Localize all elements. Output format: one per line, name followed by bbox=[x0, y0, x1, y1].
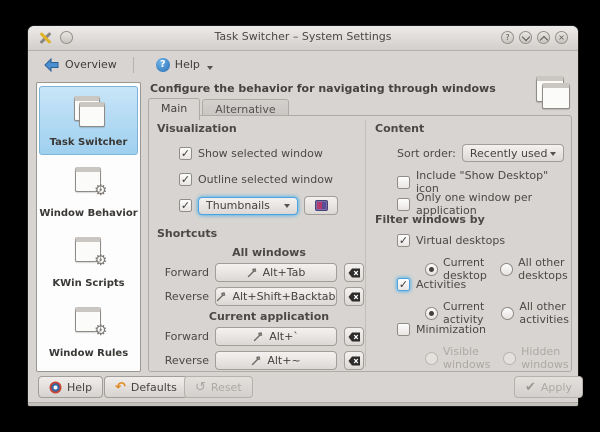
titlebar[interactable]: Task Switcher – System Settings ? × bbox=[28, 26, 578, 51]
show-selected-window-checkbox[interactable]: ✓ Show selected window bbox=[179, 147, 323, 160]
backspace-icon bbox=[348, 356, 361, 366]
help-icon: ? bbox=[156, 58, 170, 72]
shortcut-button-forward-all[interactable]: Alt+Tab bbox=[215, 263, 337, 282]
overview-label: Overview bbox=[65, 58, 117, 71]
shortcut-button-reverse-all[interactable]: Alt+Shift+Backtab bbox=[215, 287, 337, 306]
toolbar-separator bbox=[133, 57, 134, 73]
toolbar: Overview ? Help bbox=[28, 51, 578, 78]
tab-content: Visualization ✓ Show selected window ✓ O… bbox=[148, 115, 572, 372]
window-gear-icon: ⚙ bbox=[72, 305, 106, 335]
task-switcher-icon bbox=[72, 96, 106, 126]
chevron-down-icon bbox=[207, 66, 213, 70]
sidebar-item-window-rules[interactable]: ⚙ Window Rules bbox=[39, 296, 138, 365]
minimization-radios: Visible windows Hidden windows bbox=[425, 345, 571, 371]
column-divider bbox=[365, 120, 366, 367]
back-arrow-icon bbox=[44, 58, 60, 72]
help-footer-button[interactable]: Help bbox=[38, 376, 103, 398]
shortcut-button-reverse-app[interactable]: Alt+~ bbox=[215, 351, 337, 370]
clear-shortcut-button[interactable] bbox=[344, 351, 364, 370]
radio-visible-windows bbox=[425, 352, 438, 365]
effect-settings-icon bbox=[315, 200, 328, 211]
configure-effect-button[interactable] bbox=[304, 196, 338, 215]
minimization-checkbox[interactable]: Minimization bbox=[397, 323, 486, 336]
effect-enabled-checkbox[interactable]: ✓ Thumbnails bbox=[179, 196, 338, 215]
window-bottom-edge bbox=[28, 402, 578, 406]
checkbox-checked-icon: ✓ bbox=[179, 173, 192, 186]
radio-all-other-activities[interactable] bbox=[501, 307, 514, 320]
clear-shortcut-button[interactable] bbox=[344, 327, 364, 346]
wrench-icon bbox=[247, 268, 258, 278]
checkbox-checked-icon: ✓ bbox=[397, 234, 410, 247]
chevron-down-icon bbox=[284, 204, 290, 208]
close-button[interactable]: × bbox=[555, 31, 568, 44]
effect-combobox[interactable]: Thumbnails bbox=[198, 197, 298, 215]
window-gear-icon: ⚙ bbox=[72, 235, 106, 265]
reset-icon: ↺ bbox=[195, 381, 206, 394]
window-gear-icon: ⚙ bbox=[72, 165, 106, 195]
current-application-group-title: Current application bbox=[204, 310, 334, 323]
overview-button[interactable]: Overview bbox=[38, 55, 123, 75]
window-title: Task Switcher – System Settings bbox=[28, 30, 578, 43]
checkbox-checked-icon: ✓ bbox=[179, 147, 192, 160]
activities-checkbox[interactable]: ✓ Activities bbox=[397, 278, 466, 291]
checkbox-unchecked-icon bbox=[397, 198, 410, 211]
help-button[interactable]: ? Help bbox=[150, 55, 219, 75]
apply-button: ✔ Apply bbox=[514, 376, 583, 398]
page-title: Configure the behavior for navigating th… bbox=[150, 82, 496, 95]
current-app-forward-row: Forward Alt+` bbox=[157, 327, 364, 346]
reset-button: ↺ Reset bbox=[184, 376, 253, 398]
task-switcher-header-icon bbox=[534, 76, 570, 106]
sidebar: Task Switcher ⚙ Window Behavior ⚙ KWin S… bbox=[36, 82, 141, 372]
checkbox-unchecked-icon bbox=[397, 323, 410, 336]
defaults-button[interactable]: ↶ Defaults bbox=[104, 376, 188, 398]
maximize-button[interactable] bbox=[537, 31, 550, 44]
button-bar: Help ↶ Defaults ↺ Reset ✔ Apply bbox=[28, 376, 578, 400]
titlebar-help-button[interactable]: ? bbox=[501, 31, 514, 44]
checkbox-unchecked-icon bbox=[397, 176, 410, 189]
visualization-section-title: Visualization bbox=[157, 122, 237, 135]
wrench-icon bbox=[253, 332, 264, 342]
help-label: Help bbox=[175, 58, 200, 71]
system-settings-window: Task Switcher – System Settings ? × Over… bbox=[28, 26, 578, 406]
wrench-icon bbox=[216, 292, 227, 302]
clear-shortcut-button[interactable] bbox=[344, 287, 364, 306]
tab-main[interactable]: Main bbox=[148, 98, 200, 120]
backspace-icon bbox=[348, 268, 361, 278]
backspace-icon bbox=[348, 332, 361, 342]
content-section-title: Content bbox=[375, 122, 424, 135]
radio-current-desktop[interactable] bbox=[425, 263, 438, 276]
all-windows-forward-row: Forward Alt+Tab bbox=[157, 263, 364, 282]
virtual-desktops-checkbox[interactable]: ✓ Virtual desktops bbox=[397, 234, 505, 247]
sidebar-item-window-behavior[interactable]: ⚙ Window Behavior bbox=[39, 156, 138, 225]
minimize-button[interactable] bbox=[519, 31, 532, 44]
all-windows-reverse-row: Reverse Alt+Shift+Backtab bbox=[157, 287, 364, 306]
apply-check-icon: ✔ bbox=[525, 381, 536, 394]
chevron-down-icon bbox=[550, 152, 556, 156]
current-app-reverse-row: Reverse Alt+~ bbox=[157, 351, 364, 370]
checkbox-checked-icon: ✓ bbox=[179, 199, 192, 212]
sort-order-combobox[interactable]: Recently used bbox=[462, 144, 564, 162]
clear-shortcut-button[interactable] bbox=[344, 263, 364, 282]
outline-selected-window-checkbox[interactable]: ✓ Outline selected window bbox=[179, 173, 333, 186]
radio-all-other-desktops[interactable] bbox=[500, 263, 513, 276]
sidebar-item-task-switcher[interactable]: Task Switcher bbox=[39, 86, 138, 155]
sort-order-label: Sort order: bbox=[397, 147, 456, 160]
all-windows-group-title: All windows bbox=[204, 246, 334, 259]
shortcut-button-forward-app[interactable]: Alt+` bbox=[215, 327, 337, 346]
defaults-icon: ↶ bbox=[115, 381, 126, 394]
sidebar-item-kwin-scripts[interactable]: ⚙ KWin Scripts bbox=[39, 226, 138, 295]
lifebuoy-icon bbox=[49, 381, 62, 394]
backspace-icon bbox=[348, 292, 361, 302]
radio-current-activity[interactable] bbox=[425, 307, 438, 320]
filter-section-title: Filter windows by bbox=[375, 213, 485, 226]
wrench-icon bbox=[251, 356, 262, 366]
shortcuts-section-title: Shortcuts bbox=[157, 227, 217, 240]
radio-hidden-windows bbox=[503, 352, 516, 365]
checkbox-checked-icon: ✓ bbox=[397, 278, 410, 291]
sort-order-row: Sort order: Recently used bbox=[397, 144, 564, 162]
